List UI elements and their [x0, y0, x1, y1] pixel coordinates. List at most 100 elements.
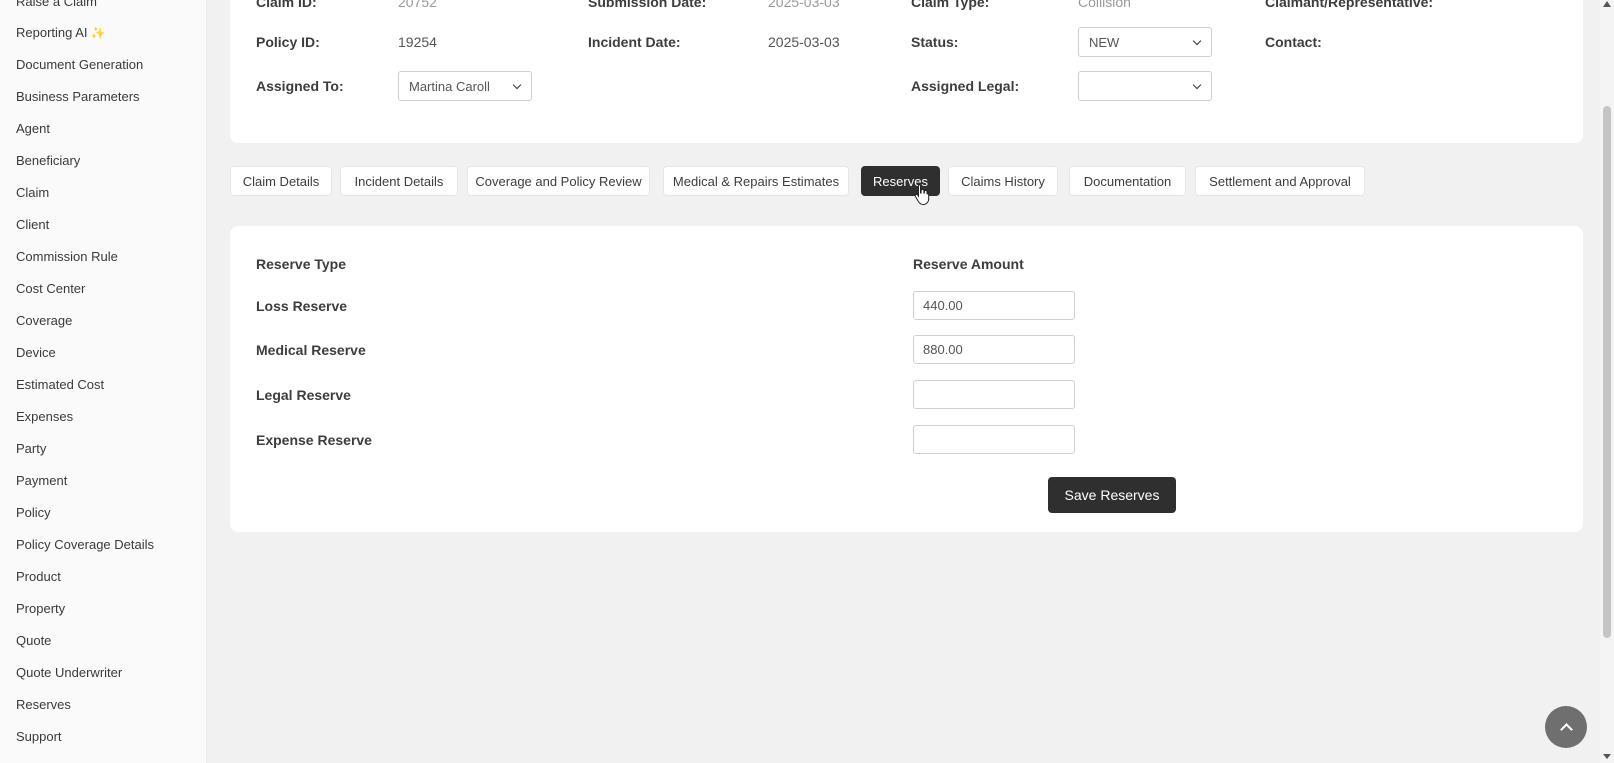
save-reserves-label: Save Reserves: [1064, 487, 1160, 503]
sidebar-item-cost-center[interactable]: Cost Center: [16, 281, 85, 296]
chevron-up-icon: [1559, 722, 1573, 736]
claim-id-value: 20752: [398, 0, 437, 10]
sidebar-item-label: Document Generation: [16, 57, 144, 72]
reserve-type-header: Reserve Type: [256, 256, 347, 272]
medical-reserve-label: Medical Reserve: [256, 342, 366, 358]
claim-type-label: Claim Type:: [911, 0, 990, 10]
tab-label: Coverage and Policy Review: [475, 173, 642, 189]
status-select[interactable]: NEW: [1078, 27, 1212, 57]
sidebar-item-policy[interactable]: Policy: [16, 505, 51, 520]
loss-reserve-label: Loss Reserve: [256, 298, 348, 314]
main-content: Claim ID: 20752 Submission Date: 2025-03…: [207, 0, 1600, 763]
sidebar-item-reserves[interactable]: Reserves: [16, 697, 71, 712]
scroll-down-arrow-icon[interactable]: [1603, 754, 1611, 759]
status-select-value: NEW: [1089, 34, 1120, 50]
sidebar-item-agent[interactable]: Agent: [16, 121, 50, 136]
assigned-to-select[interactable]: Martina Caroll: [398, 71, 532, 101]
claimant-label: Claimant/Representative:: [1265, 0, 1434, 10]
sidebar-item-label: Property: [16, 601, 66, 616]
sidebar-item-raise-a-claim[interactable]: Raise a Claim: [16, 0, 97, 9]
sidebar-item-label: Expenses: [16, 409, 74, 424]
sidebar-item-label: Product: [16, 569, 61, 584]
assigned-to-label: Assigned To:: [256, 78, 344, 94]
sidebar-item-label: Business Parameters: [16, 89, 140, 104]
tab-label: Settlement and Approval: [1209, 173, 1351, 189]
sparkle-icon: ✨: [90, 26, 106, 40]
loss-reserve-value: 440.00: [923, 298, 963, 313]
sidebar-item-document-generation[interactable]: Document Generation: [16, 57, 143, 72]
sidebar-item-device[interactable]: Device: [16, 345, 56, 360]
tab-label: Claim Details: [242, 173, 320, 189]
sidebar-item-quote[interactable]: Quote: [16, 633, 51, 648]
legal-reserve-input[interactable]: [913, 380, 1075, 409]
chevron-down-icon: [513, 82, 521, 90]
claim-summary-card: Claim ID: 20752 Submission Date: 2025-03…: [230, 0, 1583, 143]
policy-id-label: Policy ID:: [256, 34, 320, 50]
submission-date-value: 2025-03-03: [768, 0, 840, 10]
sidebar-item-label: Payment: [16, 473, 68, 488]
sidebar-item-coverage[interactable]: Coverage: [16, 313, 72, 328]
sidebar-item-product[interactable]: Product: [16, 569, 61, 584]
assigned-legal-label: Assigned Legal:: [911, 78, 1020, 94]
sidebar-item-party[interactable]: Party: [16, 441, 46, 456]
sidebar-item-reporting-ai[interactable]: Reporting AI ✨: [16, 25, 106, 40]
sidebar-item-business-parameters[interactable]: Business Parameters: [16, 89, 140, 104]
chevron-down-icon: [1193, 82, 1201, 90]
sidebar-item-label: Device: [16, 345, 56, 360]
legal-reserve-label: Legal Reserve: [256, 387, 351, 403]
contact-label: Contact:: [1265, 34, 1322, 50]
assigned-to-select-value: Martina Caroll: [409, 78, 490, 94]
sidebar-item-payment[interactable]: Payment: [16, 473, 67, 488]
tab-incident-details[interactable]: Incident Details: [340, 166, 458, 196]
sidebar-item-label: Reporting AI: [16, 25, 88, 40]
expense-reserve-label: Expense Reserve: [256, 432, 372, 448]
submission-date-label: Submission Date:: [588, 0, 707, 10]
tab-label: Claims History: [961, 173, 1045, 189]
tab-settlement-and-approval[interactable]: Settlement and Approval: [1195, 166, 1365, 196]
sidebar-item-label: Raise a Claim: [16, 0, 97, 9]
tab-label: Medical & Repairs Estimates: [672, 173, 840, 189]
tab-documentation[interactable]: Documentation: [1069, 166, 1186, 196]
sidebar-item-client[interactable]: Client: [16, 217, 49, 232]
tab-claim-details[interactable]: Claim Details: [230, 166, 332, 196]
sidebar-item-commission-rule[interactable]: Commission Rule: [16, 249, 118, 264]
tab-claims-history[interactable]: Claims History: [948, 166, 1058, 196]
back-to-top-button[interactable]: [1545, 706, 1587, 748]
tab-coverage-and-policy-review[interactable]: Coverage and Policy Review: [467, 166, 650, 196]
page-scrollbar[interactable]: [1600, 0, 1614, 763]
chevron-down-icon: [1193, 38, 1201, 46]
sidebar-item-label: Estimated Cost: [16, 377, 105, 392]
hand-cursor-icon: [914, 184, 930, 205]
sidebar-item-beneficiary[interactable]: Beneficiary: [16, 153, 80, 168]
sidebar-item-label: Cost Center: [16, 281, 86, 296]
sidebar-item-expenses[interactable]: Expenses: [16, 409, 73, 424]
sidebar-item-label: Beneficiary: [16, 153, 81, 168]
sidebar-item-label: Party: [16, 441, 47, 456]
incident-date-label: Incident Date:: [588, 34, 681, 50]
scrollbar-thumb[interactable]: [1603, 106, 1611, 638]
sidebar-item-support[interactable]: Support: [16, 729, 62, 744]
medical-reserve-value: 880.00: [923, 342, 963, 357]
tab-medical-repairs-estimates[interactable]: Medical & Repairs Estimates: [663, 166, 849, 196]
reserve-amount-header: Reserve Amount: [913, 256, 1024, 272]
claim-type-value: Collision: [1078, 0, 1131, 10]
sidebar-item-estimated-cost[interactable]: Estimated Cost: [16, 377, 104, 392]
sidebar-item-policy-coverage-details[interactable]: Policy Coverage Details: [16, 537, 154, 552]
sidebar-item-claim[interactable]: Claim: [16, 185, 49, 200]
tab-label: Documentation: [1083, 173, 1172, 189]
sidebar-item-label: Quote Underwriter: [16, 665, 123, 680]
loss-reserve-input[interactable]: 440.00: [913, 291, 1075, 320]
sidebar-item-quote-underwriter[interactable]: Quote Underwriter: [16, 665, 122, 680]
medical-reserve-input[interactable]: 880.00: [913, 335, 1075, 364]
sidebar-item-property[interactable]: Property: [16, 601, 65, 616]
expense-reserve-input[interactable]: [913, 425, 1075, 454]
sidebar: Raise a Claim Reporting AI ✨ Document Gen…: [0, 0, 207, 763]
sidebar-item-label: Commission Rule: [16, 249, 118, 264]
status-label: Status:: [911, 34, 959, 50]
sidebar-item-label: Reserves: [16, 697, 71, 712]
assigned-legal-select[interactable]: [1078, 71, 1212, 101]
save-reserves-button[interactable]: Save Reserves: [1048, 477, 1176, 513]
scroll-up-arrow-icon[interactable]: [1603, 1, 1611, 7]
sidebar-item-label: Coverage: [16, 313, 73, 328]
incident-date-value: 2025-03-03: [768, 34, 840, 50]
